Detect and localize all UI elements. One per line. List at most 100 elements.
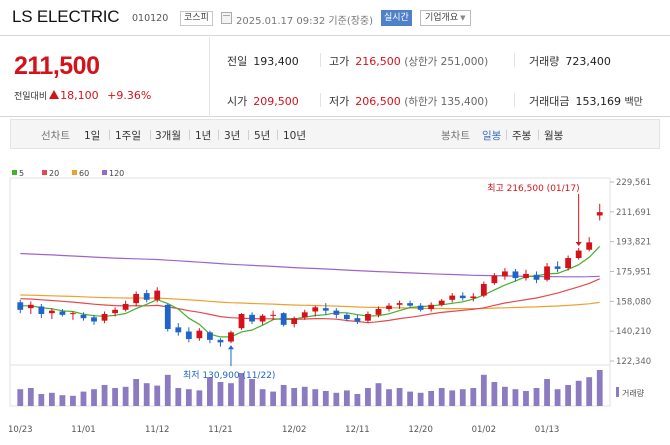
candle-body bbox=[428, 304, 435, 309]
company-overview-dropdown[interactable]: 기업개요 ▼ bbox=[420, 10, 471, 26]
volume-bar bbox=[207, 377, 213, 406]
legend-swatch bbox=[102, 170, 107, 175]
volume-bar bbox=[375, 383, 382, 406]
low-label: 저가 bbox=[329, 95, 350, 108]
stock-code: 010120 bbox=[132, 13, 169, 24]
realtime-button[interactable]: 실시간 bbox=[381, 10, 412, 26]
tab-monthly[interactable]: 월봉 bbox=[544, 128, 563, 143]
volume-label: 거래량 bbox=[529, 55, 560, 68]
divider bbox=[109, 130, 110, 140]
volume-bar bbox=[491, 382, 498, 406]
ma5-line bbox=[20, 245, 601, 338]
volume-bar bbox=[417, 392, 424, 406]
x-tick-label: 12/11 bbox=[345, 425, 370, 435]
up-triangle-icon bbox=[49, 90, 60, 99]
tab-10y[interactable]: 10년 bbox=[283, 128, 306, 143]
volume-bar bbox=[470, 388, 477, 406]
volume-bar bbox=[27, 388, 34, 406]
x-tick-label: 11/21 bbox=[208, 425, 233, 435]
divider bbox=[514, 93, 515, 107]
candle-body bbox=[575, 250, 582, 259]
plot-frame bbox=[9, 177, 611, 407]
volume-bar bbox=[185, 389, 192, 406]
candle-body bbox=[122, 303, 129, 310]
volume-bar bbox=[502, 386, 508, 406]
volume-bar bbox=[449, 390, 456, 406]
volume-bar bbox=[354, 394, 361, 406]
divider bbox=[209, 37, 210, 117]
volume-bar bbox=[438, 388, 445, 406]
tab-1w[interactable]: 1주일 bbox=[115, 128, 141, 143]
trade-value-label: 거래대금 bbox=[529, 95, 570, 108]
x-tick-label: 12/20 bbox=[408, 425, 433, 435]
change-percent: +9.36% bbox=[107, 89, 152, 102]
candle-body bbox=[354, 318, 361, 322]
volume-bar bbox=[512, 389, 519, 406]
x-tick-label: 10/23 bbox=[8, 425, 33, 435]
divider bbox=[320, 53, 321, 67]
volume-bar bbox=[154, 385, 161, 406]
volume-bar bbox=[80, 391, 87, 406]
upper-limit: (상한가 251,000) bbox=[404, 56, 489, 68]
volume-bar bbox=[322, 391, 329, 406]
candle-body bbox=[438, 300, 445, 305]
volume-bar bbox=[143, 383, 150, 406]
legend-label: 5 bbox=[19, 169, 24, 178]
volume-bar bbox=[407, 391, 413, 406]
tab-3y[interactable]: 3년 bbox=[224, 128, 240, 143]
x-tick-label: 01/13 bbox=[535, 425, 560, 435]
candle-body bbox=[27, 304, 34, 309]
candle-body bbox=[175, 327, 182, 333]
candle-body bbox=[228, 332, 234, 342]
trade-value-unit: 백만 bbox=[624, 97, 643, 108]
candle-body bbox=[70, 313, 76, 315]
candle-body bbox=[544, 266, 550, 280]
high-annotation: 최고 216,500 (01/17) bbox=[487, 183, 579, 194]
legend-label: 20 bbox=[49, 169, 59, 178]
trade-value-stat: 거래대금 153,169 백만 bbox=[529, 93, 643, 109]
volume-bar bbox=[533, 388, 540, 406]
volume-bar bbox=[217, 382, 224, 406]
divider bbox=[538, 130, 539, 140]
low-value: 206,500 bbox=[355, 95, 401, 108]
tab-1d[interactable]: 1일 bbox=[84, 128, 100, 143]
candle-body bbox=[375, 308, 382, 315]
y-tick-label: 158,080 bbox=[616, 297, 651, 307]
legend-swatch bbox=[42, 170, 47, 175]
candle-body bbox=[80, 314, 87, 319]
candle-body bbox=[417, 305, 424, 310]
candle-body bbox=[249, 314, 255, 322]
low-annotation: 최저 130,900 (11/22) bbox=[183, 370, 275, 381]
volume-bar bbox=[291, 388, 298, 406]
volume-bar bbox=[91, 389, 97, 406]
tab-weekly[interactable]: 주봉 bbox=[512, 128, 531, 143]
volume-bar bbox=[280, 385, 287, 406]
candle-body bbox=[91, 317, 97, 322]
x-tick-label: 11/12 bbox=[145, 425, 170, 435]
calendar-icon bbox=[221, 12, 232, 24]
candle-body bbox=[38, 306, 45, 314]
volume-bar bbox=[480, 374, 487, 406]
volume-bar bbox=[164, 374, 171, 406]
price-change: 전일대비 18,100 +9.36% bbox=[14, 89, 151, 102]
tab-5y[interactable]: 5년 bbox=[254, 128, 270, 143]
stock-name: LS ELECTRIC bbox=[12, 7, 120, 26]
tab-1y[interactable]: 1년 bbox=[195, 128, 211, 143]
tab-daily[interactable]: 일봉 bbox=[482, 128, 501, 143]
x-tick-label: 01/02 bbox=[472, 425, 497, 435]
tab-3m[interactable]: 3개월 bbox=[155, 128, 181, 143]
candle-body bbox=[322, 308, 329, 311]
candle-body bbox=[301, 312, 308, 318]
candle-chart-header: 봉차트 bbox=[441, 130, 470, 142]
y-tick-label: 193,821 bbox=[616, 238, 651, 248]
company-overview-label: 기업개요 bbox=[425, 13, 459, 23]
volume-bar bbox=[396, 388, 403, 406]
divider bbox=[150, 130, 151, 140]
volume-bar bbox=[459, 389, 466, 406]
candle-body bbox=[565, 258, 572, 269]
volume-legend-swatch bbox=[616, 387, 619, 397]
volume-bar bbox=[133, 379, 140, 406]
volume-bar bbox=[554, 389, 561, 406]
volume-bar bbox=[586, 377, 593, 406]
volume-stat: 거래량 723,400 bbox=[529, 53, 611, 69]
